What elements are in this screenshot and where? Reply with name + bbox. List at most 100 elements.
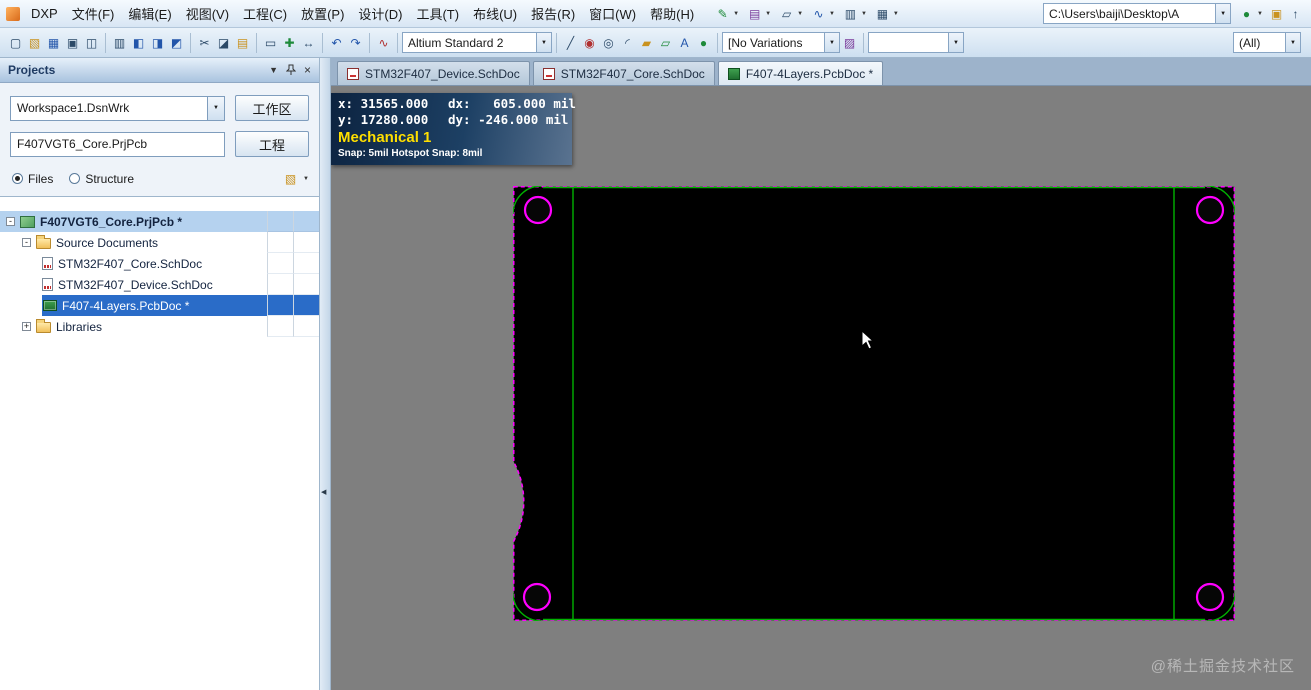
design-rule-check-button[interactable]: ●: [694, 33, 713, 52]
menu-file[interactable]: 文件(F): [65, 0, 122, 27]
new-document-button[interactable]: ▢: [6, 33, 25, 52]
paste-button[interactable]: ▤: [233, 33, 252, 52]
tab-pcbdoc[interactable]: F407-4Layers.PcbDoc *: [717, 61, 884, 85]
cut-button[interactable]: ✂: [195, 33, 214, 52]
web-update-dropdown[interactable]: ● ▼: [1235, 3, 1265, 24]
place-via-button[interactable]: ◎: [599, 33, 618, 52]
grid-manager-dropdown[interactable]: ▦ ▼: [871, 3, 901, 24]
panel-options-button[interactable]: ▧: [281, 169, 300, 188]
mounting-hole-top-left[interactable]: [523, 195, 553, 225]
tab-device-schdoc[interactable]: STM32F407_Device.SchDoc: [337, 61, 530, 85]
chevron-down-icon[interactable]: ▼: [207, 96, 224, 120]
collapse-panel-icon[interactable]: ◀: [321, 488, 326, 496]
wire-button[interactable]: ∿: [374, 33, 393, 52]
place-line-button[interactable]: ╱: [561, 33, 580, 52]
mounting-hole-bottom-right[interactable]: [1195, 582, 1225, 612]
collapse-icon[interactable]: -: [22, 238, 31, 247]
up-level-icon[interactable]: ↑: [1286, 4, 1305, 23]
install-icon[interactable]: ▣: [1267, 4, 1286, 23]
tree-item-source-documents[interactable]: - Source Documents: [0, 232, 319, 253]
panel-splitter[interactable]: ◀: [320, 58, 331, 690]
tab-core-schdoc[interactable]: STM32F407_Core.SchDoc: [532, 61, 715, 85]
signals-dropdown[interactable]: ∿ ▼: [807, 3, 837, 24]
chevron-down-icon[interactable]: ▼: [1215, 4, 1231, 23]
place-string-button[interactable]: A: [675, 33, 694, 52]
open-document-button[interactable]: ▧: [25, 33, 44, 52]
chevron-down-icon[interactable]: ▼: [1285, 33, 1300, 52]
menu-view[interactable]: 视图(V): [179, 0, 236, 27]
tree-item-pcbdoc[interactable]: F407-4Layers.PcbDoc *: [0, 295, 319, 316]
radio-files[interactable]: Files: [12, 172, 53, 186]
menu-edit[interactable]: 编辑(E): [121, 0, 178, 27]
board-insight-dropdown[interactable]: ▥ ▼: [839, 3, 869, 24]
place-pad-button[interactable]: ◉: [580, 33, 599, 52]
recent-path-combo[interactable]: C:\Users\baiji\Desktop\A ▼: [1043, 3, 1232, 24]
tree-item-project[interactable]: - F407VGT6_Core.PrjPcb *: [0, 211, 319, 232]
view-style-combo[interactable]: Altium Standard 2 ▼: [402, 32, 552, 53]
board-outline[interactable]: [513, 186, 1235, 621]
chevron-down-icon[interactable]: ▼: [536, 33, 551, 52]
collapse-icon[interactable]: -: [6, 217, 15, 226]
project-icon: [20, 215, 35, 228]
print-button[interactable]: ▣: [63, 33, 82, 52]
radio-structure[interactable]: Structure: [69, 172, 134, 186]
print-preview-button[interactable]: ◫: [82, 33, 101, 52]
pin-icon[interactable]: [285, 64, 296, 76]
tree-item-device-schdoc[interactable]: STM32F407_Device.SchDoc: [0, 274, 319, 295]
save-button[interactable]: ▦: [44, 33, 63, 52]
zoom-selected-button[interactable]: ◩: [167, 33, 186, 52]
mounting-hole-bottom-left[interactable]: [522, 582, 552, 612]
camera-button[interactable]: ▨: [840, 33, 859, 52]
mounting-hole-top-right[interactable]: [1195, 195, 1225, 225]
expand-icon[interactable]: +: [22, 322, 31, 331]
footprints-dropdown[interactable]: ▱ ▼: [775, 3, 805, 24]
variant-combo[interactable]: [No Variations ▼: [722, 32, 840, 53]
offset-button[interactable]: ↔: [299, 33, 318, 52]
workspace-combo[interactable]: Workspace1.DsnWrk ▼: [10, 95, 225, 121]
place-arc-button[interactable]: ◜: [618, 33, 637, 52]
zoom-fit-button[interactable]: ◨: [148, 33, 167, 52]
select-area-button[interactable]: ▭: [261, 33, 280, 52]
menu-route[interactable]: 布线(U): [466, 0, 524, 27]
tree-cell: [293, 316, 319, 337]
scope-filter-combo[interactable]: (All) ▼: [1233, 32, 1301, 53]
separator: [863, 32, 864, 53]
menu-design[interactable]: 设计(D): [351, 0, 409, 27]
panels-button[interactable]: ▥: [110, 33, 129, 52]
main-area: Projects ▼ × Workspace1.DsnWrk ▼ 工作区 F40…: [0, 58, 1311, 690]
layer-sets-dropdown[interactable]: ▤ ▼: [743, 3, 773, 24]
projects-panel-header: Projects ▼ ×: [0, 58, 319, 83]
cross-probe-dropdown[interactable]: ✎ ▼: [711, 3, 741, 24]
close-panel-button[interactable]: ×: [304, 63, 311, 77]
pcb-canvas[interactable]: x: 31565.000 dx: 605.000 mil y: 17280.000…: [331, 86, 1311, 690]
separator: [256, 32, 257, 53]
secondary-combo[interactable]: ▼: [868, 32, 964, 53]
panel-controls: Workspace1.DsnWrk ▼ 工作区 F407VGT6_Core.Pr…: [0, 83, 319, 196]
tree-item-core-schdoc[interactable]: STM32F407_Core.SchDoc: [0, 253, 319, 274]
tree-item-label: Libraries: [56, 319, 103, 334]
copy-button[interactable]: ◪: [214, 33, 233, 52]
pcb-board[interactable]: [513, 186, 1235, 621]
chevron-down-icon[interactable]: ▼: [948, 33, 963, 52]
workspace-button[interactable]: 工作区: [235, 95, 309, 121]
project-field[interactable]: F407VGT6_Core.PrjPcb: [10, 131, 225, 157]
place-polygon-button[interactable]: ▱: [656, 33, 675, 52]
menu-help[interactable]: 帮助(H): [643, 0, 701, 27]
menu-project[interactable]: 工程(C): [236, 0, 294, 27]
menu-dxp[interactable]: DXP: [24, 2, 65, 25]
project-button[interactable]: 工程: [235, 131, 309, 157]
move-button[interactable]: ✚: [280, 33, 299, 52]
undo-button[interactable]: ↶: [327, 33, 346, 52]
zoom-window-button[interactable]: ◧: [129, 33, 148, 52]
redo-button[interactable]: ↷: [346, 33, 365, 52]
menu-place[interactable]: 放置(P): [294, 0, 351, 27]
place-fill-button[interactable]: ▰: [637, 33, 656, 52]
panel-menu-button[interactable]: ▼: [269, 65, 278, 75]
menu-tools[interactable]: 工具(T): [409, 0, 466, 27]
menu-window[interactable]: 窗口(W): [582, 0, 643, 27]
tree-item-libraries[interactable]: + Libraries: [0, 316, 319, 337]
menu-reports[interactable]: 报告(R): [524, 0, 582, 27]
chevron-down-icon: ▼: [892, 10, 899, 17]
chevron-down-icon[interactable]: ▼: [824, 33, 839, 52]
pcb-doc-icon: [727, 67, 740, 80]
